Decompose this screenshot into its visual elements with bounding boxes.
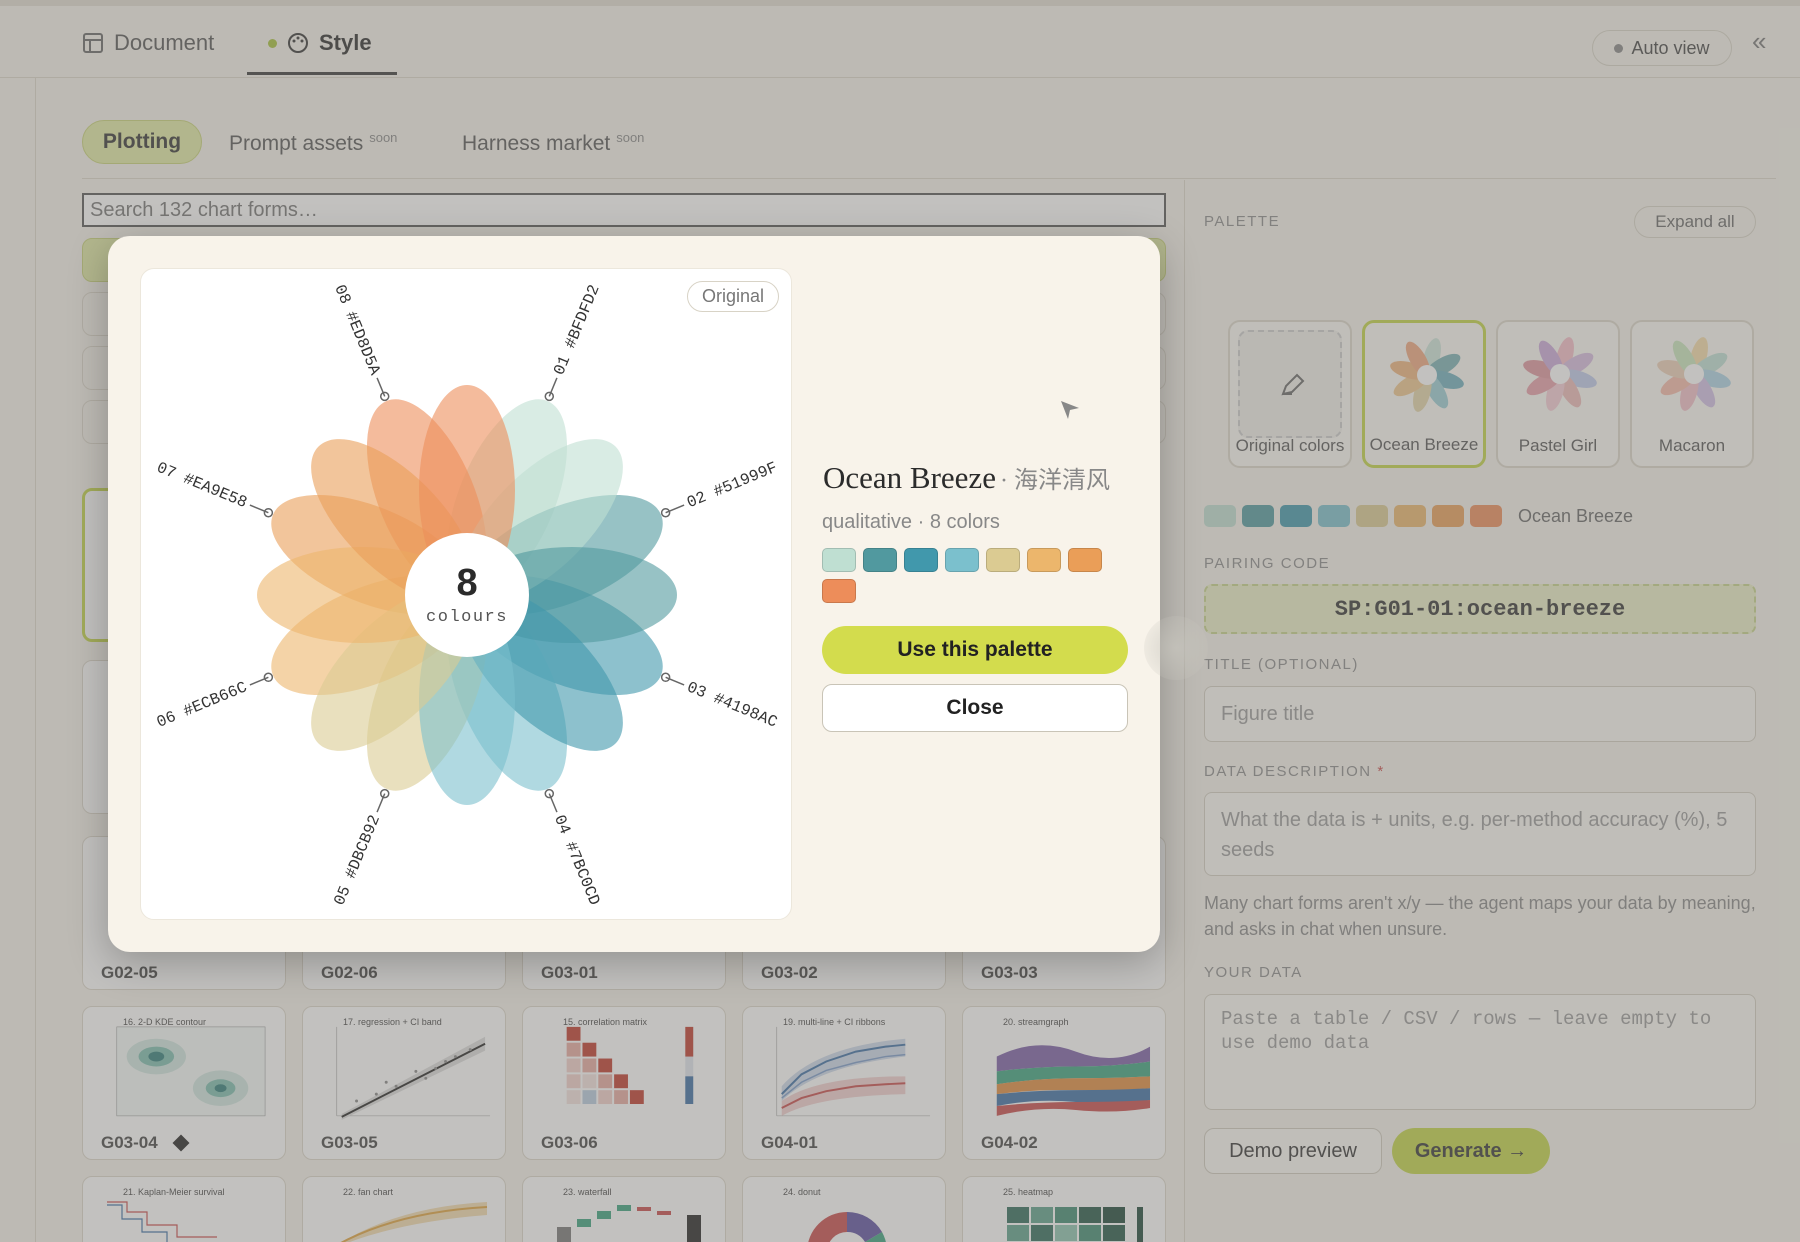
- palette-modal: Original 01 #BFDFD2 02 #51999F 03 #4198AC 0…: [108, 236, 1208, 952]
- label-anchor: [544, 391, 555, 402]
- flower-diagram: 01 #BFDFD2 02 #51999F 03 #4198AC 04 #7BC0CD…: [154, 282, 780, 908]
- color-label: 08 #ED8D5A: [330, 282, 384, 378]
- use-palette-button[interactable]: Use this palette: [822, 626, 1128, 674]
- palette-swatch: [822, 548, 856, 572]
- color-label: 05 #DBCB92: [331, 812, 384, 908]
- cursor-highlight: [1144, 616, 1208, 680]
- palette-swatch: [863, 548, 897, 572]
- color-label: 03 #4198AC: [684, 678, 780, 731]
- color-label: 01 #BFDFD2: [550, 282, 603, 378]
- center-count: 8: [456, 562, 477, 604]
- label-anchor: [660, 507, 671, 518]
- close-button[interactable]: Close: [822, 684, 1128, 732]
- palette-meta: qualitative · 8 colors: [822, 511, 1000, 533]
- label-anchor: [263, 507, 274, 518]
- palette-swatches: [822, 548, 1122, 603]
- close-label: Close: [946, 696, 1004, 719]
- label-anchor: [544, 788, 555, 799]
- use-palette-label: Use this palette: [897, 638, 1053, 661]
- label-anchor: [263, 672, 274, 683]
- palette-flower-preview: Original 01 #BFDFD2 02 #51999F 03 #4198AC 0…: [140, 268, 792, 920]
- palette-swatch: [822, 579, 856, 603]
- palette-swatch: [945, 548, 979, 572]
- original-badge[interactable]: Original: [686, 281, 779, 312]
- center-unit: colours: [426, 608, 508, 627]
- palette-name-cn: · 海洋清风: [999, 468, 1110, 494]
- app-root: Document Style Auto view « Plotting Prom…: [0, 0, 1800, 1242]
- palette-name: Ocean Breeze · 海洋清风: [823, 460, 1110, 496]
- color-label: 06 #ECB66C: [154, 678, 250, 731]
- palette-name-text: Ocean Breeze: [823, 460, 996, 495]
- color-label: 02 #51999F: [684, 459, 780, 512]
- palette-swatch: [1027, 548, 1061, 572]
- palette-swatch: [986, 548, 1020, 572]
- mouse-cursor-icon: [1061, 401, 1079, 419]
- label-anchor: [660, 672, 671, 683]
- color-label: 04 #7BC0CD: [550, 812, 603, 908]
- palette-swatch: [1068, 548, 1102, 572]
- palette-swatch: [904, 548, 938, 572]
- color-label: 07 #EA9E58: [154, 459, 250, 512]
